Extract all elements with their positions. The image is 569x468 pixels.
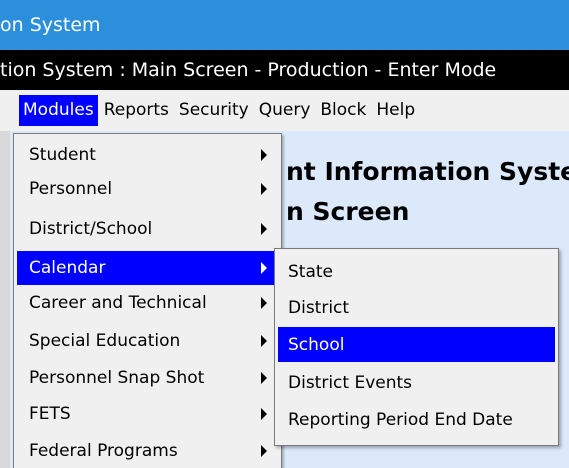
menu-bar: Modules Reports Security Query Block Hel… [0,90,569,132]
submenu-item-school[interactable]: School [278,327,555,362]
menu-item-calendar[interactable]: Calendar [17,251,279,285]
menu-item-federal-programs[interactable]: Federal Programs [17,434,279,468]
submenu-arrow-icon [261,335,267,347]
window-title: on System [0,14,101,36]
menu-item-fets[interactable]: FETS [17,397,279,431]
menu-item-label: District/School [29,219,153,239]
submenu-arrow-icon [261,297,267,309]
menu-block[interactable]: Block [316,95,370,126]
submenu-item-district[interactable]: District [278,290,555,325]
menu-query[interactable]: Query [255,95,315,126]
menu-item-label: Student [29,145,96,165]
menu-item-label: Federal Programs [29,441,178,461]
menu-item-personnel-snap-shot[interactable]: Personnel Snap Shot [17,361,279,395]
submenu-item-label: District Events [288,372,413,393]
submenu-item-district-events[interactable]: District Events [278,365,555,400]
submenu-item-state[interactable]: State [278,254,555,289]
submenu-arrow-icon [261,372,267,384]
menu-item-label: Personnel [29,179,113,199]
main-heading-line2: n Screen [286,197,410,226]
submenu-item-label: Reporting Period End Date [288,409,513,430]
submenu-item-label: State [288,261,333,282]
submenu-arrow-icon [261,262,267,274]
menu-item-career-technical[interactable]: Career and Technical [17,286,279,320]
submenu-item-label: District [288,297,350,318]
menu-item-label: Special Education [29,331,181,351]
submenu-arrow-icon [261,408,267,420]
menu-item-district-school[interactable]: District/School [17,212,279,246]
window-titlebar[interactable]: on System [0,0,569,50]
menu-item-student[interactable]: Student [17,138,279,172]
menu-modules[interactable]: Modules [19,95,98,126]
main-heading-line1: nt Information Syste [286,157,569,186]
submenu-arrow-icon [261,445,267,457]
submenu-arrow-icon [261,149,267,161]
screen-caption: tion System : Main Screen - Production -… [0,59,497,81]
menu-item-label: FETS [29,404,71,424]
menu-item-label: Calendar [29,258,106,278]
calendar-submenu: State District School District Events Re… [274,248,559,446]
menu-security[interactable]: Security [175,95,253,126]
modules-dropdown-menu: Student Personnel District/School Calend… [13,133,282,468]
left-panel-edge [0,131,10,468]
menu-item-label: Career and Technical [29,293,207,313]
menu-reports[interactable]: Reports [100,95,173,126]
screen-caption-bar: tion System : Main Screen - Production -… [0,50,569,90]
submenu-item-label: School [288,334,345,355]
submenu-item-reporting-period-end-date[interactable]: Reporting Period End Date [278,402,555,437]
submenu-arrow-icon [261,223,267,235]
menu-item-personnel[interactable]: Personnel [17,172,279,206]
menu-item-label: Personnel Snap Shot [29,368,205,388]
menu-item-special-education[interactable]: Special Education [17,324,279,358]
submenu-arrow-icon [261,183,267,195]
menu-help[interactable]: Help [372,95,419,126]
